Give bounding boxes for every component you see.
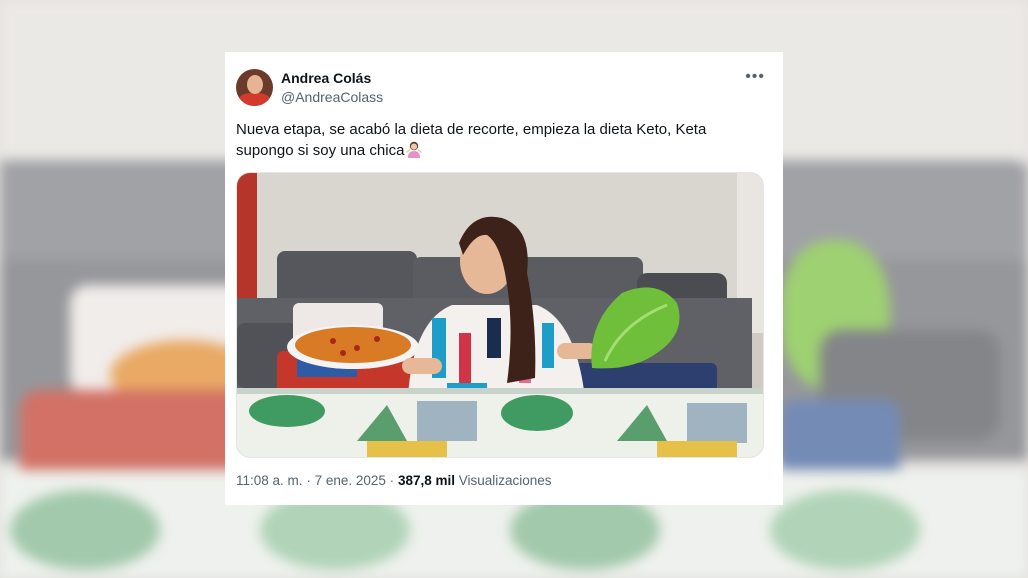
woman-shrugging-emoji-icon: [406, 141, 423, 158]
tweet-text: Nueva etapa, se acabó la dieta de recort…: [236, 119, 766, 161]
tweet-photo[interactable]: [236, 172, 764, 458]
meta-separator: ·: [306, 473, 311, 488]
tweet-text-line-2: supongo si soy una chica: [236, 142, 405, 159]
photo-illustration: [237, 173, 763, 457]
tweet-date[interactable]: 7 ene. 2025: [315, 473, 386, 488]
avatar[interactable]: [236, 69, 273, 106]
author-name[interactable]: Andrea Colás: [281, 70, 371, 86]
views-count: 387,8 mil: [397, 473, 455, 488]
tweet-card[interactable]: Andrea Colás @AndreaColass ••• Nueva eta…: [225, 52, 783, 505]
tweet-text-line-1: Nueva etapa, se acabó la dieta de recort…: [236, 121, 707, 138]
tweet-meta: 11:08 a. m. · 7 ene. 2025 · 387,8 mil Vi…: [236, 473, 552, 488]
tweet-time[interactable]: 11:08 a. m.: [236, 473, 303, 488]
more-options-icon[interactable]: •••: [745, 68, 765, 86]
author-handle[interactable]: @AndreaColass: [281, 89, 383, 105]
views-label: Visualizaciones: [458, 473, 552, 488]
meta-separator: ·: [389, 473, 395, 488]
